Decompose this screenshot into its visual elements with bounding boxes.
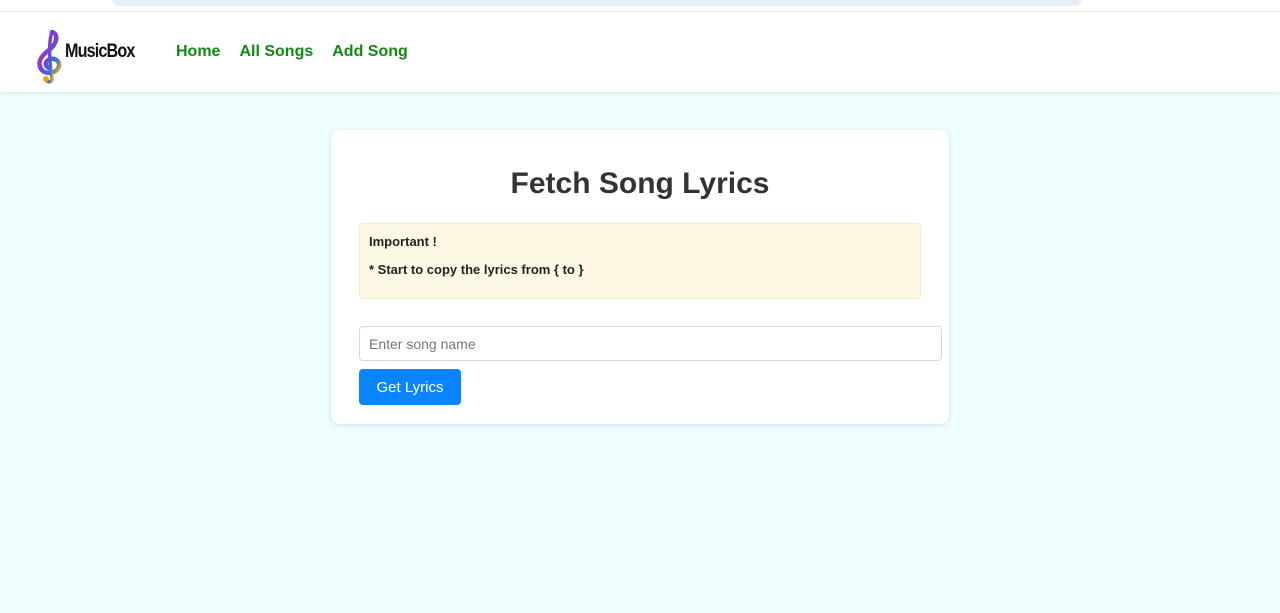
browser-toolbar: [0, 0, 1280, 12]
nav-all-songs[interactable]: All Songs: [239, 43, 313, 61]
notice-text: * Start to copy the lyrics from { to }: [369, 262, 584, 277]
treble-clef-icon: [37, 29, 62, 84]
notice-heading: Important !: [369, 234, 437, 249]
brand-name: MusicBox: [65, 41, 135, 62]
nav-home[interactable]: Home: [176, 43, 220, 61]
main-nav: Home All Songs Add Song: [176, 43, 408, 61]
song-name-input[interactable]: [359, 326, 942, 361]
get-lyrics-button[interactable]: Get Lyrics: [359, 369, 461, 405]
navbar: MusicBox Home All Songs Add Song: [0, 12, 1280, 92]
brand-logo[interactable]: MusicBox: [33, 28, 147, 84]
page-title: Fetch Song Lyrics: [510, 167, 770, 200]
important-notice: Important ! * Start to copy the lyrics f…: [359, 223, 921, 299]
lyrics-card: Fetch Song Lyrics Important ! * Start to…: [331, 130, 949, 424]
nav-add-song[interactable]: Add Song: [332, 43, 408, 61]
address-bar[interactable]: [112, 0, 1082, 6]
